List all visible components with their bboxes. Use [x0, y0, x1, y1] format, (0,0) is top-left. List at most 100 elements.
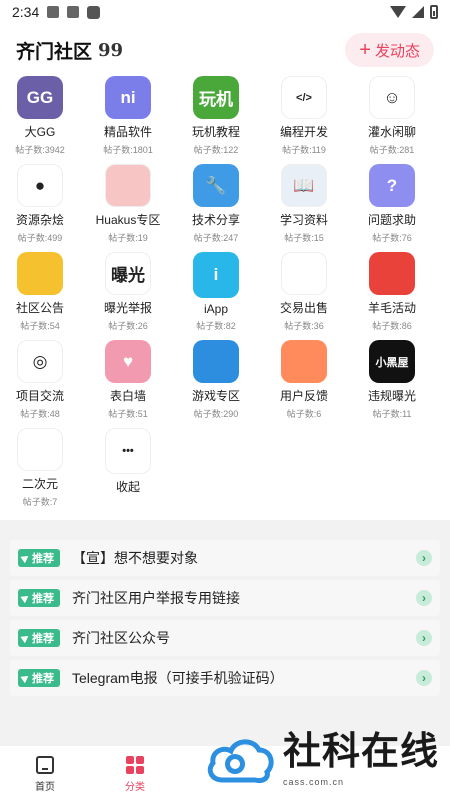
recommend-badge: 推荐 — [18, 669, 60, 687]
chevron-right-icon: › — [416, 630, 432, 646]
category-item[interactable]: 小黑屋违规曝光帖子数:11 — [348, 340, 436, 420]
recommend-item[interactable]: 推荐 Telegram电报（可接手机验证码） › — [10, 660, 440, 696]
post-count: 帖子数:48 — [20, 409, 60, 419]
category-item[interactable]: </> 编程开发 帖子数:119 — [260, 76, 348, 156]
category-name: 问题求助 — [367, 213, 416, 227]
post-count: 帖子数:6 — [286, 409, 322, 419]
a-notification-icon — [67, 6, 80, 18]
category-item[interactable]: 🔧 技术分享 帖子数:247 — [172, 164, 260, 244]
book-icon: 📖 — [281, 164, 327, 207]
category-item[interactable]: i iApp 帖子数:82 — [172, 252, 260, 332]
icon-glyph: ♥ — [122, 351, 134, 371]
post-count: 帖子数:19 — [108, 233, 148, 243]
huakus-pink-icon — [105, 164, 151, 207]
post-button-label: 发动态 — [374, 42, 420, 60]
icon-glyph: GG — [26, 87, 54, 107]
android-book-icon: 玩机 — [193, 76, 239, 119]
recommend-badge-label: 推荐 — [32, 553, 54, 565]
cloud-logo-icon — [207, 739, 274, 783]
category-item[interactable]: ● 资源杂烩 帖子数:499 — [0, 164, 84, 244]
category-name: 违规曝光 — [367, 389, 416, 403]
icon-glyph: 玩机 — [199, 90, 233, 109]
icon-glyph: ● — [34, 175, 46, 195]
target-icon: ◎ — [17, 340, 63, 383]
watermark-name: 社科在线 — [283, 731, 440, 773]
recommend-badge-label: 推荐 — [32, 593, 54, 605]
post-count: 帖子数:54 — [20, 321, 60, 331]
category-item[interactable]: ? 问题求助 帖子数:76 — [348, 164, 436, 244]
recommend-item[interactable]: 推荐 齐门社区用户举报专用链接 › — [10, 580, 440, 616]
panda-trade-icon — [281, 252, 327, 295]
quote-icon[interactable]: 99 — [98, 40, 123, 61]
category-item[interactable]: GG 大GG 帖子数:3942 — [0, 76, 84, 156]
category-item[interactable]: 玩机 玩机教程 帖子数:122 — [172, 76, 260, 156]
anime-avatar-icon — [281, 340, 327, 383]
post-count: 帖子数:36 — [284, 321, 324, 331]
app-notification-icon — [87, 5, 101, 19]
section-divider — [0, 520, 450, 530]
category-item[interactable]: ☺ 灌水闲聊 帖子数:281 — [348, 76, 436, 156]
category-item[interactable]: 交易出售帖子数:36 — [260, 252, 348, 332]
category-item[interactable]: ••• 收起 — [84, 428, 172, 508]
icon-glyph: </> — [296, 91, 312, 104]
recommend-item[interactable]: 推荐 【宣】想不想要对象 › — [10, 540, 440, 576]
tab-home[interactable]: 首页 — [0, 755, 90, 793]
tab-category[interactable]: 分类 — [90, 755, 180, 793]
category-name: 曝光举报 — [103, 301, 152, 315]
icon-glyph: 小黑屋 — [375, 356, 409, 369]
category-item[interactable]: ni 精品软件 帖子数:1801 — [84, 76, 172, 156]
gamepad-icon — [193, 340, 239, 383]
signal-icon — [412, 6, 424, 18]
category-name: 大GG — [24, 125, 56, 139]
post-count: 帖子数:281 — [369, 145, 415, 155]
recommend-title: 齐门社区用户举报专用链接 — [72, 590, 240, 606]
iapp-icon: i — [193, 252, 239, 298]
recommend-title: 齐门社区公众号 — [72, 630, 170, 646]
category-name: 交易出售 — [279, 301, 328, 315]
category-item[interactable]: 羊毛活动 帖子数:86 — [348, 252, 436, 332]
recommend-badge-label: 推荐 — [32, 673, 54, 685]
recommend-item[interactable]: 推荐 齐门社区公众号 › — [10, 620, 440, 656]
status-bar: 2:34 — [0, 0, 450, 24]
icon-glyph: ☺ — [383, 87, 401, 107]
meme-face-icon: ☺ — [369, 76, 415, 119]
signpost-icon — [17, 252, 63, 295]
category-item[interactable]: 曝光 曝光举报 帖子数:26 — [84, 252, 172, 332]
code-window-icon: </> — [281, 76, 327, 119]
category-name: 用户反馈 — [279, 389, 328, 403]
black-bomb-icon: ● — [17, 164, 63, 207]
category-grid: GG 大GG 帖子数:3942 ni 精品软件 帖子数:1801 玩机 玩机教程 帖子数:122… — [0, 76, 450, 508]
post-count: 帖子数:119 — [282, 145, 326, 155]
category-name: 项目交流 — [15, 389, 64, 403]
post-count: 帖子数:15 — [284, 233, 324, 243]
chevron-right-icon: › — [416, 590, 432, 606]
category-item[interactable]: 📖 学习资料 帖子数:15 — [260, 164, 348, 244]
category-item[interactable]: 用户反馈帖子数:6 — [260, 340, 348, 420]
heart-wall-icon: ♥ — [105, 340, 151, 383]
recommend-badge: 推荐 — [18, 549, 60, 567]
post-count: 帖子数:76 — [372, 233, 412, 243]
image-notification-icon — [47, 6, 60, 18]
category-item[interactable]: 游戏专区帖子数:290 — [172, 340, 260, 420]
category-item[interactable]: Huakus专区 帖子数:19 — [84, 164, 172, 244]
watermark-url: cass.com.cn — [283, 777, 345, 787]
post-count: 帖子数:499 — [17, 233, 63, 243]
category-item[interactable]: ◎ 项目交流帖子数:48 — [0, 340, 84, 420]
page-title: 齐门社区 — [16, 41, 93, 63]
category-name: 羊毛活动 — [367, 301, 416, 315]
pin-icon — [20, 592, 31, 604]
post-button[interactable]: + 发动态 — [345, 33, 434, 67]
category-name: 二次元 — [21, 477, 58, 491]
category-item[interactable]: ♥ 表白墙 帖子数:51 — [84, 340, 172, 420]
category-item[interactable]: 二次元 帖子数:7 — [0, 428, 84, 508]
category-item[interactable]: 社区公告 帖子数:54 — [0, 252, 84, 332]
post-count: 帖子数:290 — [193, 409, 239, 419]
icon-glyph: i — [213, 265, 219, 284]
post-count: 帖子数:247 — [193, 233, 239, 243]
dark-room-icon: 小黑屋 — [369, 340, 415, 383]
post-count: 帖子数:11 — [372, 409, 412, 419]
recommend-badge-label: 推荐 — [32, 633, 54, 645]
home-icon — [36, 755, 54, 774]
post-count: 帖子数:1801 — [103, 145, 153, 155]
category-name: 游戏专区 — [191, 389, 240, 403]
